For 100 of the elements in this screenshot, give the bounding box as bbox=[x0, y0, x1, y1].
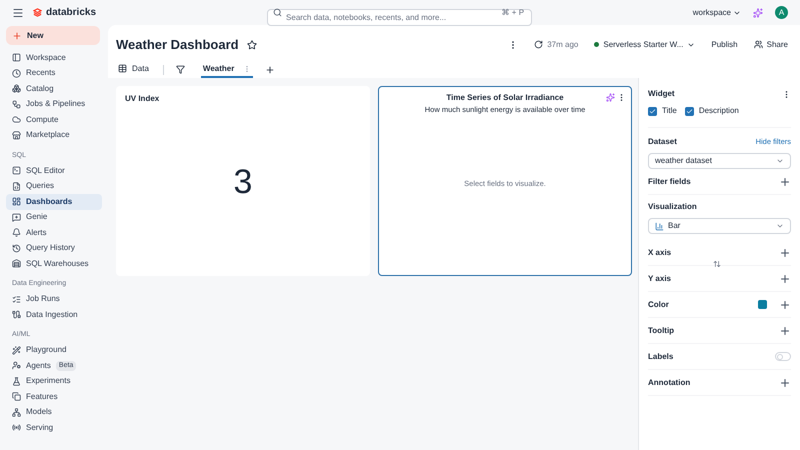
nav-item[interactable]: Job Runs bbox=[6, 292, 102, 307]
wand-icon bbox=[12, 346, 21, 355]
nav-label: Query History bbox=[26, 242, 75, 254]
copy-icon bbox=[12, 392, 21, 402]
nav-item[interactable]: Models bbox=[6, 404, 102, 420]
nav-item[interactable]: Catalog bbox=[6, 81, 102, 96]
field-label: X axis bbox=[648, 246, 672, 258]
check-icon bbox=[649, 108, 656, 114]
warehouse-icon bbox=[12, 259, 21, 268]
nav-item[interactable]: Compute bbox=[6, 112, 102, 128]
brand-name: databricks bbox=[46, 6, 96, 20]
field-label: Annotation bbox=[648, 376, 690, 388]
chat-icon bbox=[12, 212, 21, 222]
menu-icon[interactable] bbox=[12, 6, 24, 18]
nav-label: Alerts bbox=[26, 226, 46, 239]
section-title: Widget bbox=[648, 88, 675, 100]
add-icon[interactable] bbox=[779, 324, 791, 336]
nav-item[interactable]: Experiments bbox=[6, 374, 102, 389]
bell-icon bbox=[12, 228, 21, 238]
nav-item[interactable]: Queries bbox=[6, 178, 102, 194]
nav-item[interactable]: Marketplace bbox=[6, 128, 102, 143]
terminal-icon bbox=[12, 166, 21, 176]
nav-item[interactable]: SQL Editor bbox=[6, 163, 102, 178]
section-title: Dataset bbox=[648, 136, 677, 148]
nav-item[interactable]: Alerts bbox=[6, 225, 102, 240]
cloud-icon bbox=[12, 115, 21, 124]
bar-chart-icon bbox=[655, 222, 664, 230]
nav-label: Serving bbox=[26, 422, 54, 434]
star-icon[interactable] bbox=[246, 40, 257, 50]
share-button[interactable]: Share bbox=[754, 38, 788, 50]
add-icon[interactable] bbox=[779, 298, 791, 310]
field-label: Labels bbox=[648, 350, 674, 362]
workspace-dropdown[interactable]: workspace bbox=[692, 6, 741, 18]
visualization-select[interactable]: Bar bbox=[648, 218, 791, 234]
publish-button[interactable]: Publish bbox=[711, 38, 738, 50]
dataset-select[interactable]: weather dataset bbox=[648, 153, 791, 169]
field-label: Color bbox=[648, 298, 669, 310]
warehouse-dropdown[interactable]: Serverless Starter W... bbox=[594, 38, 696, 50]
checkbox-label: Description bbox=[698, 105, 739, 117]
color-swatch[interactable] bbox=[758, 300, 767, 309]
cable-icon bbox=[12, 310, 21, 320]
refresh-icon[interactable] bbox=[534, 40, 544, 49]
nav-item[interactable]: Jobs & Pipelines bbox=[6, 96, 102, 112]
nav-label: Jobs & Pipelines bbox=[26, 98, 86, 110]
nav-item[interactable]: Serving bbox=[6, 420, 102, 436]
chevron-icon bbox=[776, 157, 784, 165]
dashboard-icon bbox=[12, 197, 21, 206]
search-icon bbox=[273, 8, 282, 17]
nav-label: Catalog bbox=[26, 82, 54, 95]
nav-label: Models bbox=[26, 406, 52, 418]
sparkle-icon[interactable] bbox=[753, 8, 763, 18]
checkbox[interactable] bbox=[684, 106, 694, 116]
new-button[interactable]: New bbox=[6, 26, 100, 45]
nav-item[interactable]: Workspace bbox=[6, 50, 102, 66]
file-icon bbox=[12, 182, 21, 191]
workflow-icon bbox=[12, 100, 21, 109]
nav-label: Dashboards bbox=[26, 196, 72, 208]
checkbox[interactable] bbox=[648, 106, 657, 116]
field-label: Tooltip bbox=[648, 324, 674, 336]
panel-icon bbox=[12, 53, 21, 62]
nav-item[interactable]: Features bbox=[6, 389, 102, 404]
labels-toggle[interactable] bbox=[775, 352, 791, 361]
add-icon[interactable] bbox=[779, 272, 791, 284]
radio-icon bbox=[12, 423, 21, 432]
avatar[interactable]: A bbox=[775, 6, 788, 19]
counter-widget[interactable]: UV Index 3 bbox=[116, 86, 370, 276]
nav-label: Compute bbox=[26, 114, 58, 126]
sparkle-icon[interactable] bbox=[606, 93, 615, 102]
nav-item[interactable]: Dashboards bbox=[6, 194, 102, 210]
add-icon[interactable] bbox=[779, 176, 791, 188]
shortcut-hint: ⌘ + P bbox=[502, 8, 524, 17]
nav-label: Features bbox=[26, 390, 58, 403]
nav-item[interactable]: Playground bbox=[6, 342, 102, 358]
users-icon bbox=[754, 40, 763, 49]
swap-icon[interactable] bbox=[713, 260, 721, 268]
nav-item[interactable]: Genie bbox=[6, 210, 102, 225]
nav-item[interactable]: SQL Warehouses bbox=[6, 256, 102, 272]
filter-icon[interactable] bbox=[176, 65, 185, 74]
tab[interactable]: Data bbox=[116, 61, 151, 78]
nav-item[interactable]: Recents bbox=[6, 66, 102, 81]
add-icon[interactable] bbox=[779, 246, 791, 258]
boxes-icon bbox=[12, 84, 21, 94]
nav-label: SQL Editor bbox=[26, 164, 65, 177]
nav-label: Data Ingestion bbox=[26, 308, 78, 321]
plus-icon bbox=[12, 30, 22, 40]
widget-title: UV Index bbox=[124, 93, 160, 105]
checkbox-label: Title bbox=[662, 105, 677, 117]
check-icon bbox=[686, 108, 693, 114]
add-icon[interactable] bbox=[779, 376, 791, 388]
add-tab-icon[interactable] bbox=[265, 64, 276, 74]
field-label: Y axis bbox=[648, 272, 671, 284]
nav-item[interactable]: Data Ingestion bbox=[6, 307, 102, 322]
section-title: Visualization bbox=[648, 201, 698, 213]
nav-item[interactable]: Query History bbox=[6, 240, 102, 256]
widget-title: Time Series of Solar Irradiance bbox=[445, 92, 565, 104]
history-icon bbox=[12, 244, 21, 253]
nav-label: Genie bbox=[26, 211, 48, 224]
chevron-icon bbox=[776, 222, 784, 230]
table-icon bbox=[118, 64, 127, 73]
dashboard-title: Weather Dashboard bbox=[116, 36, 239, 54]
